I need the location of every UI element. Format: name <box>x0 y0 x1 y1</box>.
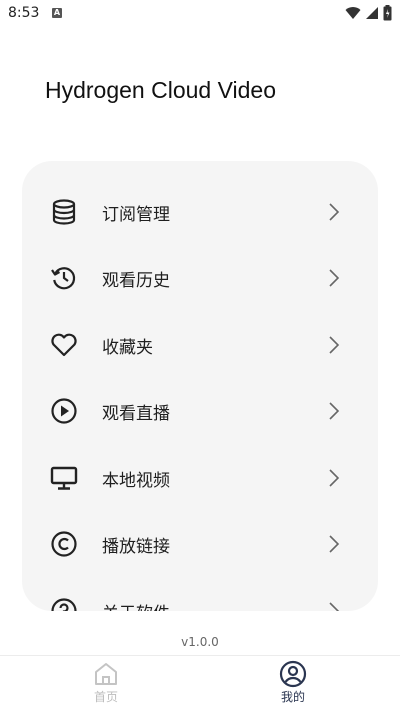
nav-mine[interactable]: 我的 <box>253 660 333 710</box>
menu-item-label: 关于软件 <box>102 599 170 612</box>
menu-item-history[interactable]: 观看历史 <box>22 245 378 311</box>
wifi-icon <box>345 7 361 20</box>
play-circle-icon <box>50 397 78 425</box>
chevron-right-icon <box>329 469 340 487</box>
database-icon <box>50 198 78 226</box>
menu-item-label: 收藏夹 <box>102 337 153 358</box>
chevron-right-icon <box>329 203 340 221</box>
menu-item-favorites[interactable]: 收藏夹 <box>22 312 378 378</box>
history-icon <box>50 264 78 292</box>
help-icon <box>50 597 78 611</box>
chevron-right-icon <box>329 336 340 354</box>
menu-item-label: 观看历史 <box>102 270 170 291</box>
menu-card: 订阅管理 观看历史 收藏夹 观看直播 本地视频 播放链接 <box>22 161 378 611</box>
user-circle-icon <box>279 660 307 688</box>
version-label: v1.0.0 <box>181 635 219 649</box>
chevron-right-icon <box>329 402 340 420</box>
copyright-icon <box>50 530 78 558</box>
nav-home-label: 首页 <box>93 690 118 704</box>
nav-home[interactable]: 首页 <box>66 660 146 710</box>
menu-item-about[interactable]: 关于软件 <box>22 578 378 611</box>
nav-mine-label: 我的 <box>280 690 305 704</box>
menu-item-live[interactable]: 观看直播 <box>22 378 378 444</box>
menu-item-subscription[interactable]: 订阅管理 <box>22 179 378 245</box>
menu-item-label: 订阅管理 <box>102 204 170 225</box>
status-time: 8:53 <box>8 5 40 21</box>
signal-icon <box>366 7 378 19</box>
home-icon <box>95 663 117 685</box>
status-icons <box>345 5 392 21</box>
menu-item-local-video[interactable]: 本地视频 <box>22 445 378 511</box>
bottom-nav: 首页 我的 <box>0 655 400 711</box>
monitor-icon <box>50 464 78 492</box>
menu-item-label: 播放链接 <box>102 536 170 557</box>
app-title: Hydrogen Cloud Video <box>45 77 277 103</box>
heart-icon <box>50 331 78 359</box>
chevron-right-icon <box>329 602 340 611</box>
chevron-right-icon <box>329 535 340 553</box>
status-bar: 8:53 A <box>0 0 400 28</box>
menu-item-label: 本地视频 <box>102 470 170 491</box>
chevron-right-icon <box>329 269 340 287</box>
menu-item-play-link[interactable]: 播放链接 <box>22 511 378 577</box>
menu-item-label: 观看直播 <box>102 403 170 424</box>
notification-badge-icon: A <box>52 8 62 18</box>
battery-icon <box>383 5 392 21</box>
